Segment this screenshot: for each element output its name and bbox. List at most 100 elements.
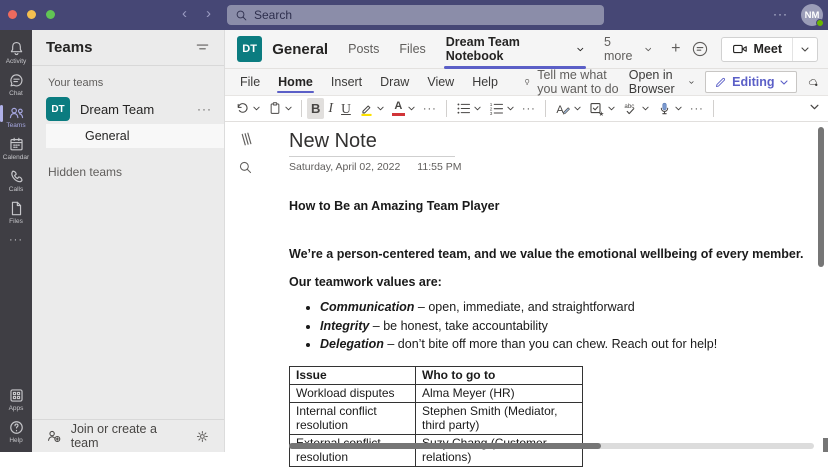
cell-who[interactable]: Alma Meyer (HR) <box>415 383 583 403</box>
bullet-item[interactable]: Integrity – be honest, take accountabili… <box>320 317 809 336</box>
undo-button[interactable] <box>231 98 264 119</box>
menu-file[interactable]: File <box>231 69 269 95</box>
rail-label: Files <box>9 218 23 225</box>
table-header-row: Issue Who to go to <box>289 365 583 385</box>
tab-posts[interactable]: Posts <box>338 30 389 68</box>
menu-draw[interactable]: Draw <box>371 69 418 95</box>
spellcheck-abc-icon: abc <box>624 103 634 114</box>
team-more-button[interactable]: ··· <box>197 102 212 116</box>
rail-item-files[interactable]: Files <box>0 196 32 228</box>
rail-item-activity[interactable]: Activity <box>0 36 32 68</box>
join-create-team-button[interactable]: Join or create a team <box>32 419 224 452</box>
pencil-icon <box>716 77 726 87</box>
filter-icon[interactable] <box>195 40 210 55</box>
rail-item-calendar[interactable]: Calendar <box>0 132 32 164</box>
paste-button[interactable] <box>264 98 296 119</box>
page-title-block[interactable]: New Note <box>289 128 455 157</box>
tab-5-more[interactable]: 5 more <box>594 30 661 68</box>
rail-item-apps[interactable]: Apps <box>0 383 32 415</box>
horizontal-scrollbar-thumb[interactable] <box>289 443 601 449</box>
note-heading[interactable]: How to Be an Amazing Team Player <box>289 199 809 213</box>
rail-more-button[interactable]: ··· <box>9 228 23 252</box>
user-avatar[interactable]: NM <box>801 4 824 27</box>
rail-label: Calls <box>8 186 24 193</box>
tag-button[interactable]: ★ <box>585 98 619 119</box>
cell-who[interactable]: Suzy Chang (Customer relations) <box>415 433 583 467</box>
note-paragraph[interactable]: We’re a person-centered team, and we val… <box>289 247 809 261</box>
meet-main-action[interactable]: Meet <box>722 37 793 61</box>
rail-item-calls[interactable]: Calls <box>0 164 32 196</box>
collapse-ribbon-button[interactable] <box>810 104 819 110</box>
toolbar-separator <box>544 100 546 117</box>
close-window-button[interactable] <box>8 10 17 19</box>
gear-icon[interactable] <box>195 429 210 444</box>
menu-insert[interactable]: Insert <box>322 69 371 95</box>
editing-mode-button[interactable]: Editing <box>705 71 797 93</box>
more-lists-button[interactable]: ··· <box>518 103 540 115</box>
styles-button[interactable]: A <box>551 98 585 119</box>
channel-item-general[interactable]: General <box>46 124 224 148</box>
spellcheck-button[interactable]: abc <box>619 98 653 119</box>
rail-label: Help <box>9 437 23 444</box>
nav-forward-button[interactable]: › <box>206 4 211 24</box>
styles-icon: A <box>556 104 570 116</box>
bold-button[interactable]: B <box>307 98 325 119</box>
header-who[interactable]: Who to go to <box>415 365 583 385</box>
bullet-item[interactable]: Communication – open, immediate, and str… <box>320 298 809 317</box>
cell-issue[interactable]: External conflict resolution <box>289 433 416 467</box>
tab-dream-team-notebook[interactable]: Dream Team Notebook <box>436 30 594 69</box>
rail-label: Chat <box>9 90 23 97</box>
search-input[interactable]: Search <box>227 5 604 25</box>
menu-help[interactable]: Help <box>463 69 507 95</box>
underline-button[interactable]: U <box>337 98 355 119</box>
channel-avatar: DT <box>237 36 263 62</box>
team-row-dream-team[interactable]: DT Dream Team ··· <box>32 94 224 124</box>
dictate-button[interactable] <box>653 98 686 119</box>
header-issue[interactable]: Issue <box>289 365 416 385</box>
bullet-list-button[interactable] <box>452 98 485 119</box>
nav-back-button[interactable]: ‹ <box>182 4 187 24</box>
font-color-icon: A <box>391 101 405 116</box>
more-formatting-button[interactable]: ··· <box>419 103 441 115</box>
page-title[interactable]: New Note <box>289 128 455 154</box>
rail-item-help[interactable]: Help <box>0 415 32 447</box>
menu-view[interactable]: View <box>418 69 463 95</box>
ribbon-right-actions: Open in Browser Editing <box>629 68 818 96</box>
divider <box>32 65 224 66</box>
vertical-scrollbar[interactable] <box>818 127 824 267</box>
titlebar-more-button[interactable]: ··· <box>773 7 788 21</box>
add-tab-button[interactable]: + <box>661 30 690 68</box>
tab-files[interactable]: Files <box>389 30 435 68</box>
app-rail: Activity Chat Teams Calendar Calls Files… <box>0 30 32 452</box>
cell-who[interactable]: Stephen Smith (Mediator, third party) <box>415 401 583 435</box>
values-bullet-list[interactable]: Communication – open, immediate, and str… <box>289 298 809 354</box>
numbered-list-button[interactable]: 123 <box>485 98 518 119</box>
cell-issue[interactable]: Workload disputes <box>289 383 416 403</box>
issues-table[interactable]: Issue Who to go to Workload disputes Alm… <box>289 365 583 467</box>
minimize-window-button[interactable] <box>27 10 36 19</box>
page-meta: Saturday, April 02, 2022 11:55 PM <box>289 161 809 173</box>
note-canvas[interactable]: New Note Saturday, April 02, 2022 11:55 … <box>225 122 828 467</box>
open-in-browser-button[interactable]: Open in Browser <box>629 68 694 96</box>
bullet-item[interactable]: Delegation – don’t bite off more than yo… <box>320 335 809 354</box>
tell-me-button[interactable]: Tell me what you want to do <box>523 68 629 96</box>
chevron-down-icon <box>779 79 788 85</box>
note-page[interactable]: New Note Saturday, April 02, 2022 11:55 … <box>289 128 809 467</box>
meet-dropdown-button[interactable] <box>793 38 817 61</box>
font-color-button[interactable]: A <box>388 98 419 119</box>
notebooks-panel-button[interactable] <box>238 131 255 148</box>
conversation-toggle-icon[interactable] <box>691 40 709 58</box>
meet-button[interactable]: Meet <box>720 36 818 62</box>
hidden-teams-label[interactable]: Hidden teams <box>48 165 224 179</box>
rail-item-chat[interactable]: Chat <box>0 68 32 100</box>
calendar-icon <box>9 137 23 151</box>
zoom-window-button[interactable] <box>46 10 55 19</box>
cell-issue[interactable]: Internal conflict resolution <box>289 401 416 435</box>
menu-home[interactable]: Home <box>269 69 322 95</box>
more-tools-button[interactable]: ··· <box>686 103 708 115</box>
notebook-search-button[interactable] <box>238 160 253 175</box>
note-subheading[interactable]: Our teamwork values are: <box>289 275 809 289</box>
italic-button[interactable]: I <box>324 98 337 119</box>
highlight-button[interactable] <box>355 98 388 119</box>
rail-item-teams[interactable]: Teams <box>0 100 32 132</box>
